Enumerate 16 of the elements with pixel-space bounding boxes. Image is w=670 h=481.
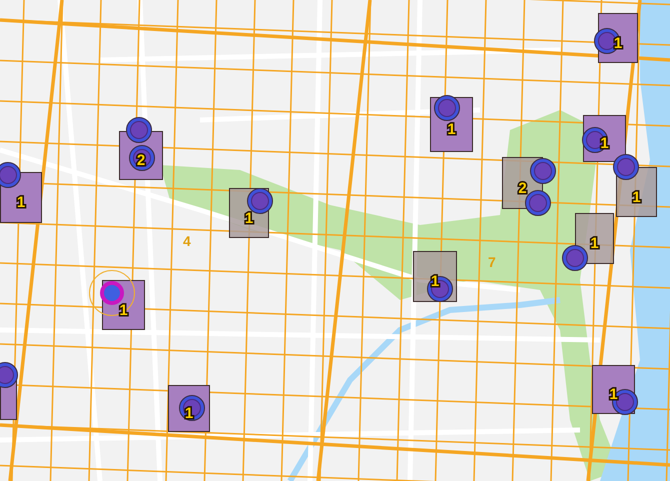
cell-count: 2 <box>136 153 146 168</box>
map-marker[interactable] <box>0 162 21 188</box>
count-label: 7 <box>488 255 496 269</box>
cell-count: 1 <box>447 122 456 137</box>
cell-count: 1 <box>16 195 26 210</box>
cell-count: 2 <box>518 180 527 196</box>
map-marker[interactable] <box>126 117 152 143</box>
grid-cell[interactable]: 1 <box>575 213 614 264</box>
grid-cell[interactable]: 1 <box>616 167 657 217</box>
count-label: 4 <box>183 234 191 248</box>
cell-count: 1 <box>184 406 194 421</box>
cell-count: 1 <box>632 190 641 204</box>
cell-count: 1 <box>244 210 254 226</box>
cell-count: 1 <box>430 274 440 289</box>
cell-count: 1 <box>590 236 599 251</box>
highlighted-marker[interactable] <box>89 270 135 316</box>
